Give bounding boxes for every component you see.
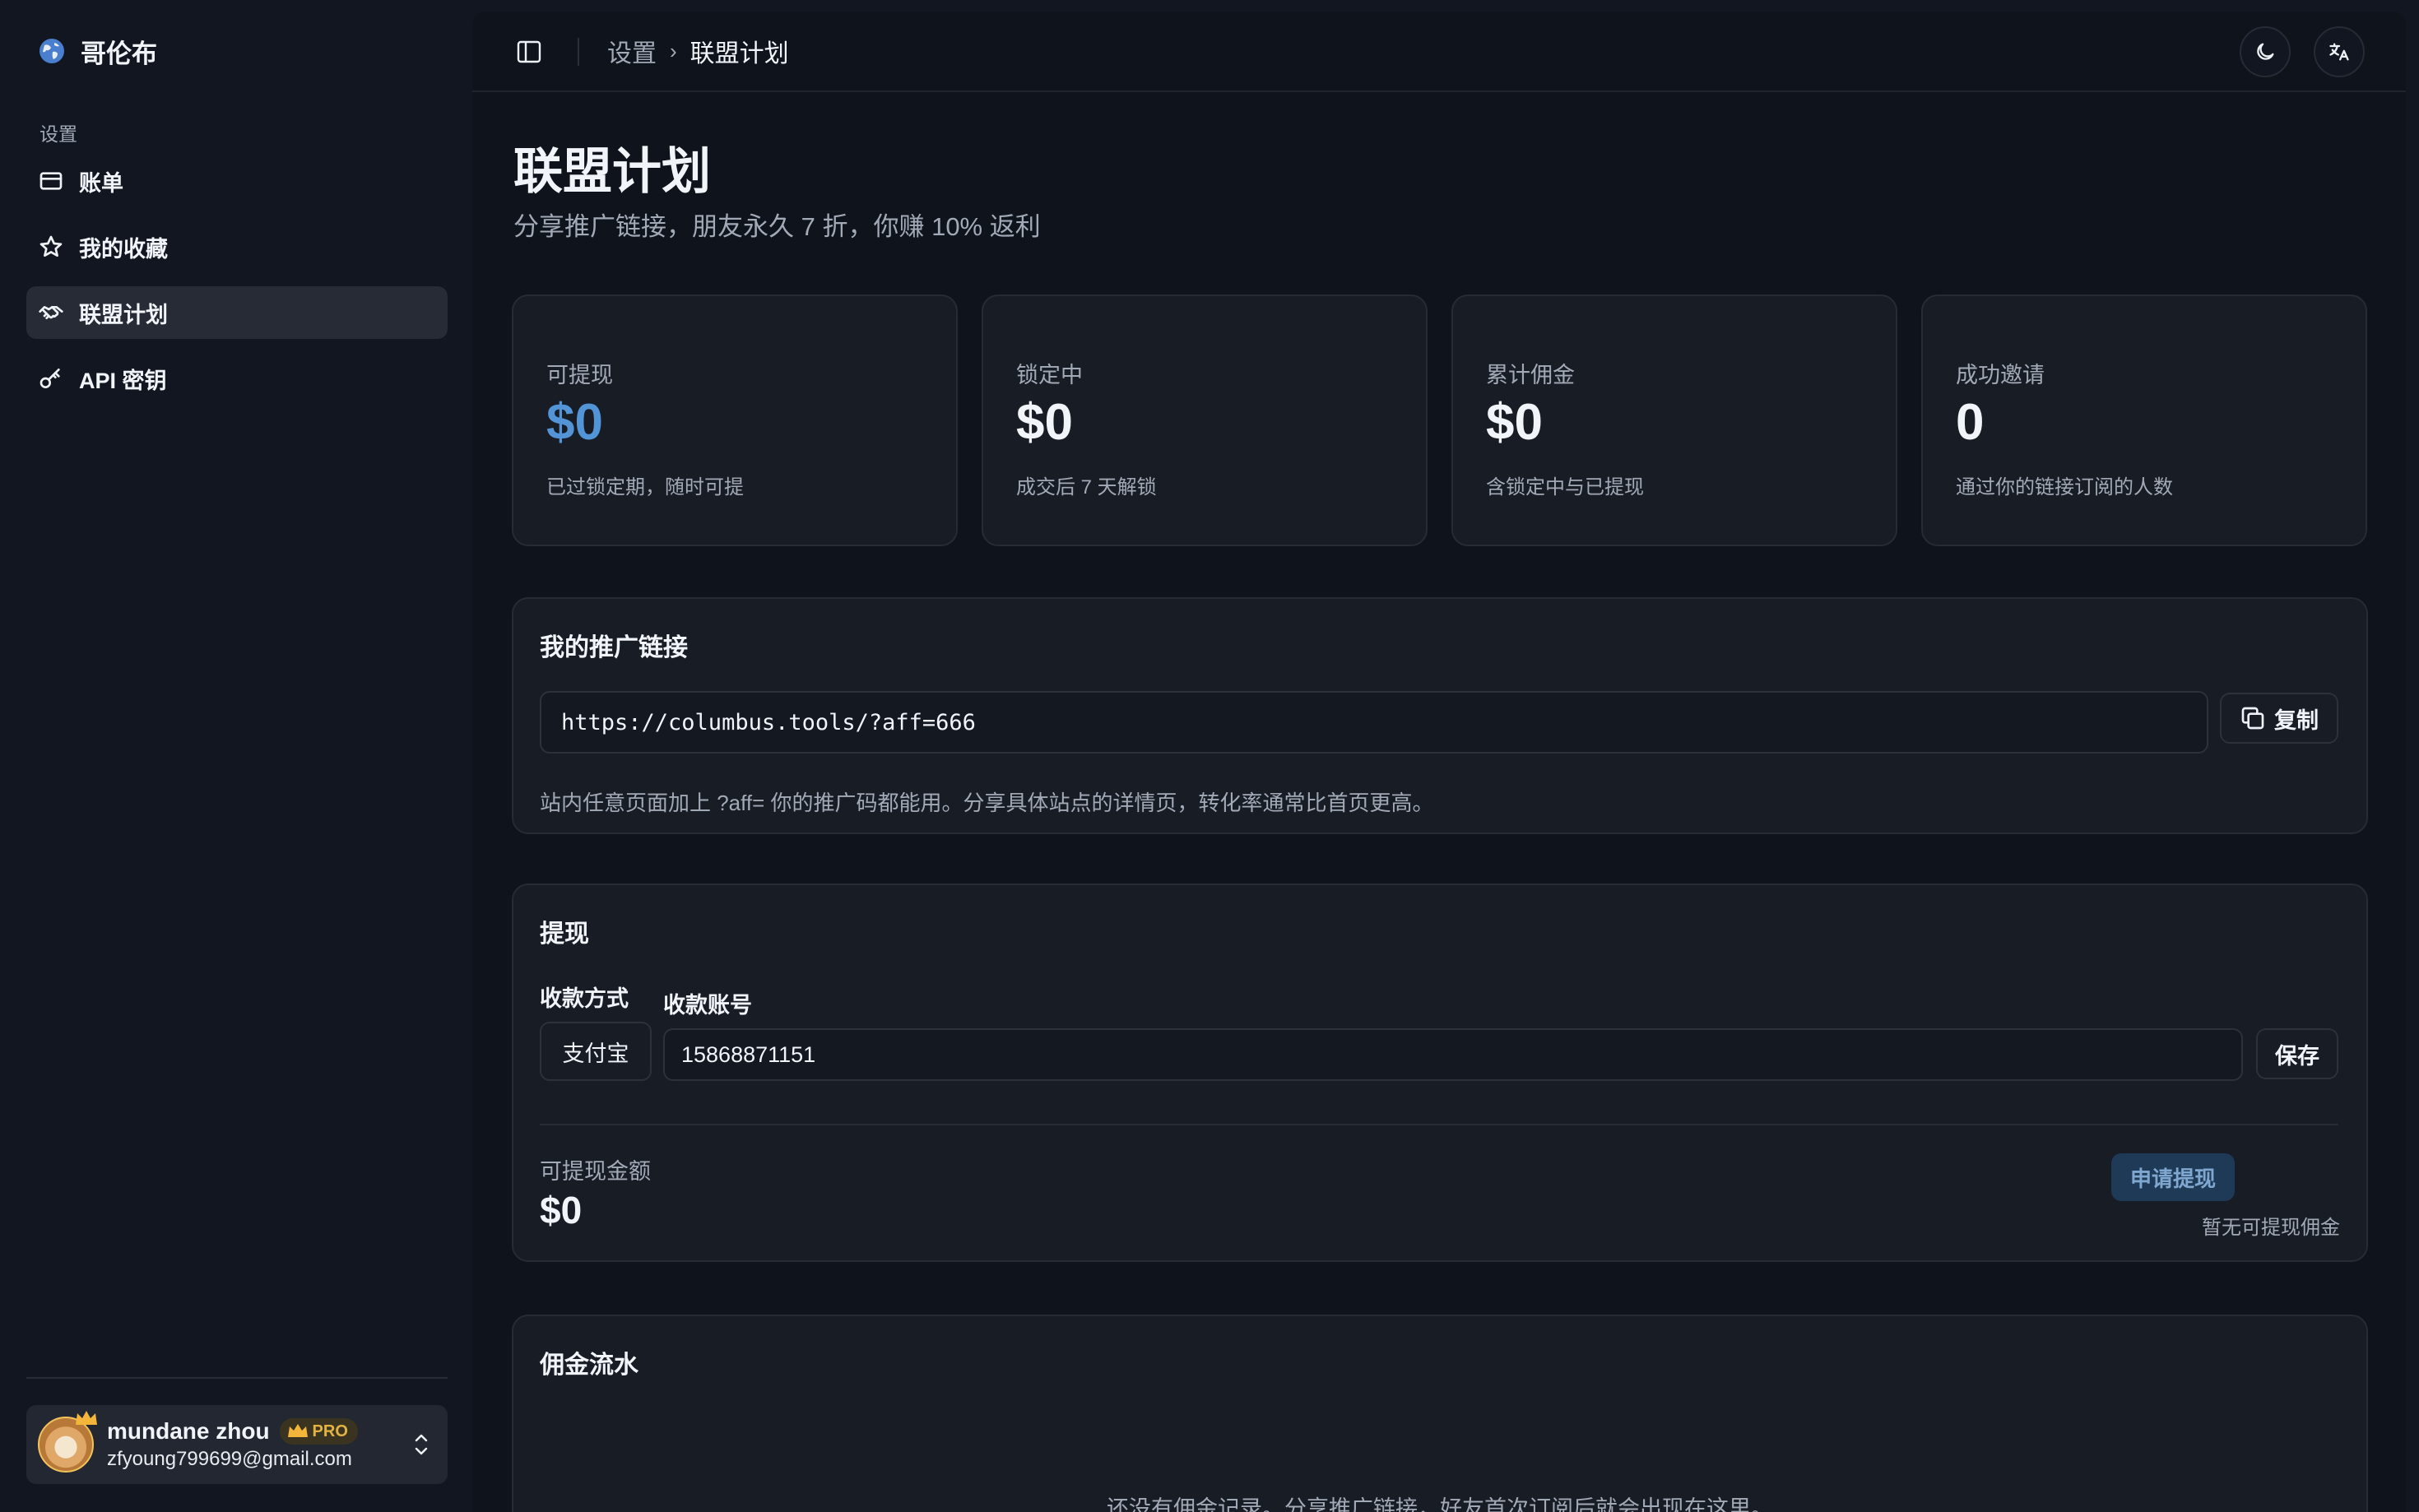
- stat-label: 累计佣金: [1486, 363, 1575, 387]
- pro-badge: PRO: [279, 1418, 358, 1445]
- chevron-up-down-icon: [415, 1434, 428, 1455]
- stat-value: $0: [546, 394, 603, 451]
- copy-button[interactable]: 复制: [2220, 693, 2338, 744]
- stat-card-total-commission: 累计佣金 $0 含锁定中与已提现: [1451, 295, 1897, 546]
- main-content: 设置 › 联盟计划 联盟计划 分享推广链接，朋友永久 7 折，你赚 10% 返利…: [472, 12, 2406, 1512]
- available-amount-value: $0: [540, 1189, 583, 1231]
- sidebar-item-api-keys[interactable]: API 密钥: [26, 352, 448, 405]
- breadcrumb-current: 联盟计划: [689, 40, 789, 67]
- theme-toggle-button[interactable]: [2240, 26, 2291, 77]
- stat-value: $0: [1016, 394, 1073, 451]
- language-button[interactable]: [2314, 26, 2365, 77]
- sidebar-item-label: 账单: [79, 170, 123, 196]
- moon-icon: [2257, 43, 2274, 60]
- sidebar-item-label: 联盟计划: [79, 302, 168, 327]
- brand-name: 哥伦布: [81, 39, 157, 68]
- translate-icon: [2329, 43, 2349, 61]
- copy-button-label: 复制: [2274, 707, 2319, 733]
- apply-withdraw-button[interactable]: 申请提现: [2111, 1153, 2235, 1201]
- available-amount-label: 可提现金额: [540, 1159, 651, 1184]
- sidebar-item-billing[interactable]: 账单: [26, 155, 448, 207]
- sidebar: 哥伦布 设置 账单 我的收藏 联盟计划 API 密钥 mundane zhou …: [0, 0, 472, 1512]
- panel-title: 佣金流水: [540, 1352, 638, 1379]
- user-menu-trigger[interactable]: mundane zhou PRO zfyoung799699@gmail.com: [26, 1405, 448, 1484]
- payment-method-select[interactable]: 支付宝: [540, 1022, 652, 1081]
- apply-withdraw-note: 暂无可提现佣金: [2202, 1217, 2340, 1239]
- stat-value: 0: [1956, 394, 1985, 451]
- page-title: 联盟计划: [513, 144, 711, 199]
- topbar: 设置 › 联盟计划: [472, 12, 2406, 92]
- sidebar-item-favorites[interactable]: 我的收藏: [26, 220, 448, 273]
- stat-card-locked: 锁定中 $0 成交后 7 天解锁: [982, 295, 1428, 546]
- breadcrumb-separator: ›: [670, 38, 677, 63]
- save-button[interactable]: 保存: [2256, 1028, 2338, 1079]
- handshake-icon: [38, 299, 64, 326]
- brand[interactable]: 哥伦布: [38, 35, 157, 68]
- user-info: mundane zhou PRO zfyoung799699@gmail.com: [107, 1418, 358, 1471]
- sidebar-nav: 账单 我的收藏 联盟计划 API 密钥: [26, 155, 448, 418]
- referral-hint: 站内任意页面加上 ?aff= 你的推广码都能用。分享具体站点的详情页，转化率通常…: [540, 791, 1434, 815]
- stat-note: 通过你的链接订阅的人数: [1956, 476, 2173, 499]
- withdraw-divider: [540, 1124, 2338, 1125]
- stat-label: 成功邀请: [1956, 363, 2045, 387]
- stat-note: 成交后 7 天解锁: [1016, 476, 1157, 499]
- sidebar-item-label: API 密钥: [79, 368, 167, 393]
- credit-card-icon: [38, 168, 64, 194]
- app-root: 哥伦布 设置 账单 我的收藏 联盟计划 API 密钥 mundane zhou …: [0, 0, 2419, 1512]
- withdraw-panel: 提现 收款方式 支付宝 收款账号 15868871151 保存 可提现金额 $0…: [512, 884, 2368, 1262]
- empty-state-text: 还没有佣金记录。分享推广链接，好友首次订阅后就会出现在这里。: [1107, 1496, 1773, 1512]
- user-name: mundane zhou: [107, 1418, 270, 1444]
- payment-method-label: 收款方式: [540, 986, 629, 1011]
- panel-title: 我的推广链接: [540, 634, 688, 661]
- sidebar-section-label: 设置: [39, 123, 77, 145]
- star-icon: [38, 234, 64, 260]
- avatar: [38, 1411, 97, 1473]
- pro-badge-text: PRO: [312, 1422, 348, 1440]
- sidebar-item-label: 我的收藏: [79, 236, 168, 262]
- account-label: 收款账号: [663, 993, 752, 1018]
- crown-icon: [76, 1411, 97, 1425]
- referral-link-panel: 我的推广链接 https://columbus.tools/?aff=666 复…: [512, 597, 2368, 834]
- key-icon: [38, 365, 64, 392]
- stat-label: 可提现: [546, 363, 613, 387]
- referral-link-field[interactable]: https://columbus.tools/?aff=666: [540, 691, 2208, 754]
- stat-card-invites: 成功邀请 0 通过你的链接订阅的人数: [1921, 295, 2367, 546]
- sidebar-toggle-icon[interactable]: [515, 38, 543, 66]
- stat-note: 已过锁定期，随时可提: [546, 476, 744, 499]
- account-input[interactable]: 15868871151: [663, 1028, 2243, 1081]
- copy-icon: [2241, 707, 2264, 730]
- user-email: zfyoung799699@gmail.com: [107, 1448, 352, 1470]
- topbar-separator: [578, 38, 579, 66]
- stat-label: 锁定中: [1016, 363, 1083, 387]
- stat-card-withdrawable: 可提现 $0 已过锁定期，随时可提: [512, 295, 958, 546]
- sidebar-divider: [26, 1377, 448, 1379]
- commission-panel: 佣金流水 还没有佣金记录。分享推广链接，好友首次订阅后就会出现在这里。: [512, 1315, 2368, 1512]
- page-subtitle: 分享推广链接，朋友永久 7 折，你赚 10% 返利: [513, 212, 1041, 241]
- globe-logo-icon: [39, 39, 64, 63]
- crown-icon: [287, 1424, 308, 1437]
- stat-note: 含锁定中与已提现: [1486, 476, 1644, 499]
- stat-value: $0: [1486, 394, 1543, 451]
- breadcrumb-settings[interactable]: 设置: [607, 33, 657, 69]
- panel-title: 提现: [540, 921, 589, 948]
- sidebar-item-affiliate[interactable]: 联盟计划: [26, 286, 448, 339]
- user-name-row: mundane zhou PRO: [107, 1418, 358, 1445]
- breadcrumb: 设置 › 联盟计划: [607, 33, 789, 69]
